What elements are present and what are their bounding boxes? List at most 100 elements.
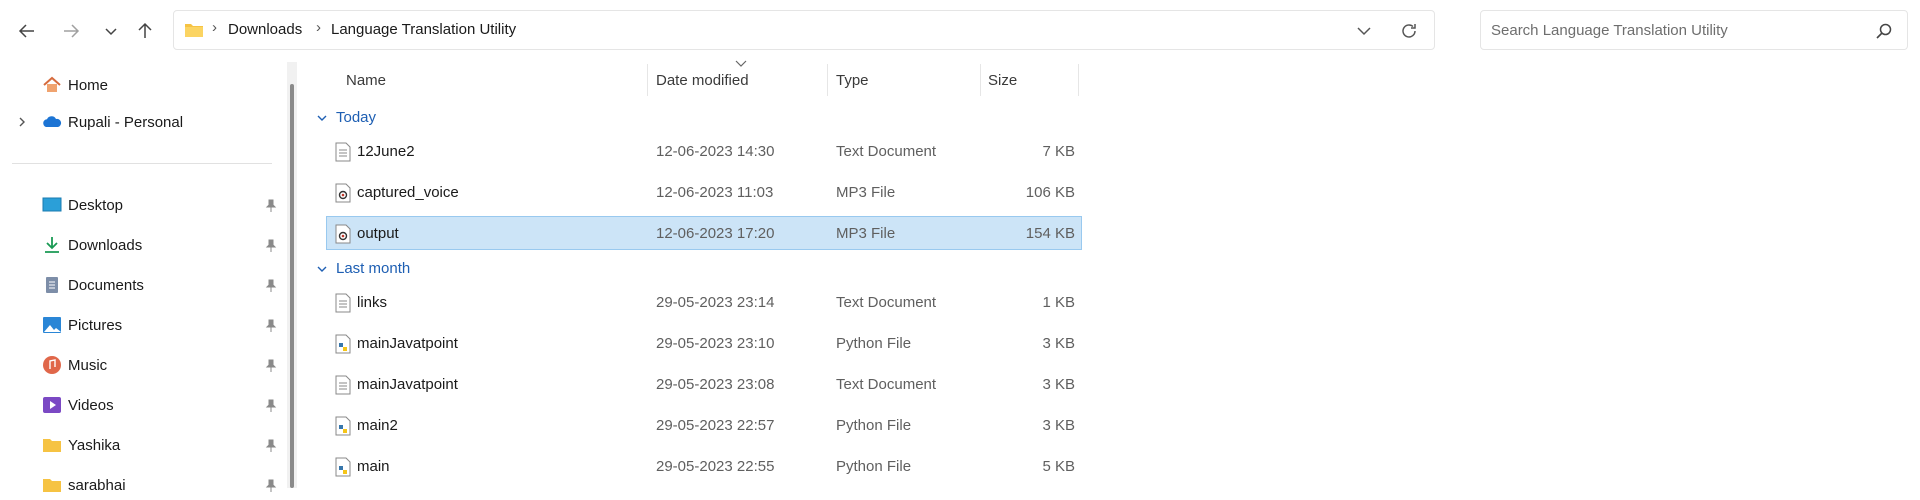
- pin-icon[interactable]: [264, 439, 278, 453]
- file-size: 5 KB: [1042, 458, 1075, 475]
- file-date-modified: 12-06-2023 11:03: [656, 184, 774, 201]
- pin-icon[interactable]: [264, 319, 278, 333]
- file-name: main2: [357, 417, 398, 434]
- file-row[interactable]: main2 29-05-2023 22:57 Python File 3 KB: [326, 408, 1082, 442]
- file-type: Python File: [836, 417, 912, 434]
- sidebar-item-music[interactable]: Music: [42, 350, 107, 380]
- file-name: output: [357, 225, 399, 242]
- file-name: mainJavatpoint: [357, 376, 458, 393]
- sidebar-item-desktop[interactable]: Desktop: [42, 190, 123, 220]
- file-date-modified: 29-05-2023 22:57: [656, 417, 775, 434]
- column-divider[interactable]: [647, 64, 648, 96]
- file-date-modified: 12-06-2023 14:30: [656, 143, 775, 160]
- collapse-chevron-icon: [317, 266, 327, 272]
- file-size: 3 KB: [1042, 335, 1075, 352]
- music-icon: [43, 356, 61, 374]
- folder-icon: [43, 479, 61, 492]
- group-label: Today: [336, 109, 377, 126]
- sidebar-item-label: Pictures: [68, 316, 123, 334]
- file-size: 7 KB: [1042, 143, 1075, 160]
- python-file-icon: [335, 457, 351, 477]
- sidebar-item-documents[interactable]: Documents: [42, 270, 144, 300]
- column-divider[interactable]: [827, 64, 828, 96]
- breadcrumb-current-folder[interactable]: Language Translation Utility: [331, 21, 516, 38]
- sidebar-item-videos[interactable]: Videos: [42, 390, 114, 420]
- column-divider[interactable]: [1078, 64, 1079, 96]
- sidebar-item-downloads[interactable]: Downloads: [42, 230, 142, 260]
- sidebar-item-label: Documents: [68, 276, 144, 294]
- file-date-modified: 29-05-2023 23:08: [656, 376, 775, 393]
- pin-icon[interactable]: [264, 239, 278, 253]
- sidebar-item-label: sarabhai: [68, 476, 126, 494]
- file-name: 12June2: [357, 143, 415, 160]
- sort-descending-icon: [735, 60, 747, 67]
- file-size: 3 KB: [1042, 376, 1075, 393]
- column-header-name[interactable]: Name: [346, 72, 386, 89]
- file-name: links: [357, 294, 388, 311]
- file-size: 106 KB: [1025, 184, 1075, 201]
- arrow-left-icon: [18, 24, 34, 38]
- column-header-size[interactable]: Size: [988, 72, 1017, 89]
- group-header-last-month[interactable]: Last month: [316, 260, 410, 277]
- group-label: Last month: [336, 260, 411, 277]
- sidebar-scrollbar-thumb[interactable]: [290, 84, 294, 488]
- sidebar-item-yashika[interactable]: Yashika: [42, 430, 120, 460]
- file-row-selected[interactable]: output 12-06-2023 17:20 MP3 File 154 KB: [326, 216, 1082, 250]
- folder-icon: [43, 439, 61, 452]
- file-size: 1 KB: [1042, 294, 1075, 311]
- column-header-date-modified[interactable]: Date modified: [656, 72, 749, 89]
- arrow-up-icon: [138, 22, 152, 38]
- expand-chevron-icon[interactable]: [16, 116, 28, 128]
- back-button[interactable]: [12, 16, 42, 46]
- documents-icon: [46, 277, 58, 293]
- group-header-today[interactable]: Today: [316, 109, 376, 126]
- up-button[interactable]: [130, 16, 160, 46]
- breadcrumb-separator-icon: ›: [316, 19, 321, 36]
- pin-icon[interactable]: [264, 399, 278, 413]
- refresh-icon[interactable]: [1398, 20, 1420, 42]
- pin-icon[interactable]: [264, 279, 278, 293]
- file-date-modified: 29-05-2023 22:55: [656, 458, 775, 475]
- search-icon[interactable]: [1875, 22, 1893, 40]
- audio-file-icon: [335, 224, 351, 244]
- chevron-down-icon: [105, 28, 117, 36]
- file-row[interactable]: main 29-05-2023 22:55 Python File 5 KB: [326, 449, 1082, 483]
- search-box[interactable]: Search Language Translation Utility: [1480, 10, 1908, 50]
- arrow-right-icon: [64, 24, 80, 38]
- pictures-icon: [43, 317, 61, 333]
- navigation-bar: › Downloads › Language Translation Utili…: [0, 0, 1920, 62]
- sidebar-item-pictures[interactable]: Pictures: [42, 310, 122, 340]
- file-name: main: [357, 458, 390, 475]
- address-bar[interactable]: › Downloads › Language Translation Utili…: [173, 10, 1435, 50]
- pin-icon[interactable]: [264, 359, 278, 373]
- home-icon: [43, 76, 61, 92]
- file-row[interactable]: links 29-05-2023 23:14 Text Document 1 K…: [326, 285, 1082, 319]
- file-size: 3 KB: [1042, 417, 1075, 434]
- audio-file-icon: [335, 183, 351, 203]
- file-list: Name Date modified Type Size Today 12Jun…: [310, 60, 1920, 488]
- desktop-icon: [42, 197, 62, 212]
- collapse-chevron-icon: [317, 115, 327, 121]
- python-file-icon: [335, 416, 351, 436]
- sidebar-item-label: Desktop: [68, 196, 124, 214]
- sidebar-item-sarabhai[interactable]: sarabhai: [42, 470, 126, 500]
- column-divider[interactable]: [980, 64, 981, 96]
- pin-icon[interactable]: [264, 479, 278, 493]
- file-row[interactable]: mainJavatpoint 29-05-2023 23:10 Python F…: [326, 326, 1082, 360]
- folder-icon: [185, 24, 203, 37]
- forward-button[interactable]: [56, 16, 86, 46]
- file-date-modified: 12-06-2023 17:20: [656, 225, 775, 242]
- sidebar-item-label: Yashika: [68, 436, 121, 454]
- sidebar-item-home[interactable]: Home: [42, 70, 108, 100]
- pin-icon[interactable]: [264, 199, 278, 213]
- sidebar-item-onedrive[interactable]: Rupali - Personal: [42, 107, 183, 137]
- file-row[interactable]: 12June2 12-06-2023 14:30 Text Document 7…: [326, 134, 1082, 168]
- recent-locations-button[interactable]: [96, 16, 126, 46]
- breadcrumb-downloads[interactable]: Downloads: [228, 21, 302, 38]
- file-row[interactable]: captured_voice 12-06-2023 11:03 MP3 File…: [326, 175, 1082, 209]
- file-type: MP3 File: [836, 184, 896, 201]
- file-row[interactable]: mainJavatpoint 29-05-2023 23:08 Text Doc…: [326, 367, 1082, 401]
- file-type: Python File: [836, 458, 912, 475]
- column-header-type[interactable]: Type: [836, 72, 869, 89]
- address-history-chevron-icon[interactable]: [1354, 21, 1374, 41]
